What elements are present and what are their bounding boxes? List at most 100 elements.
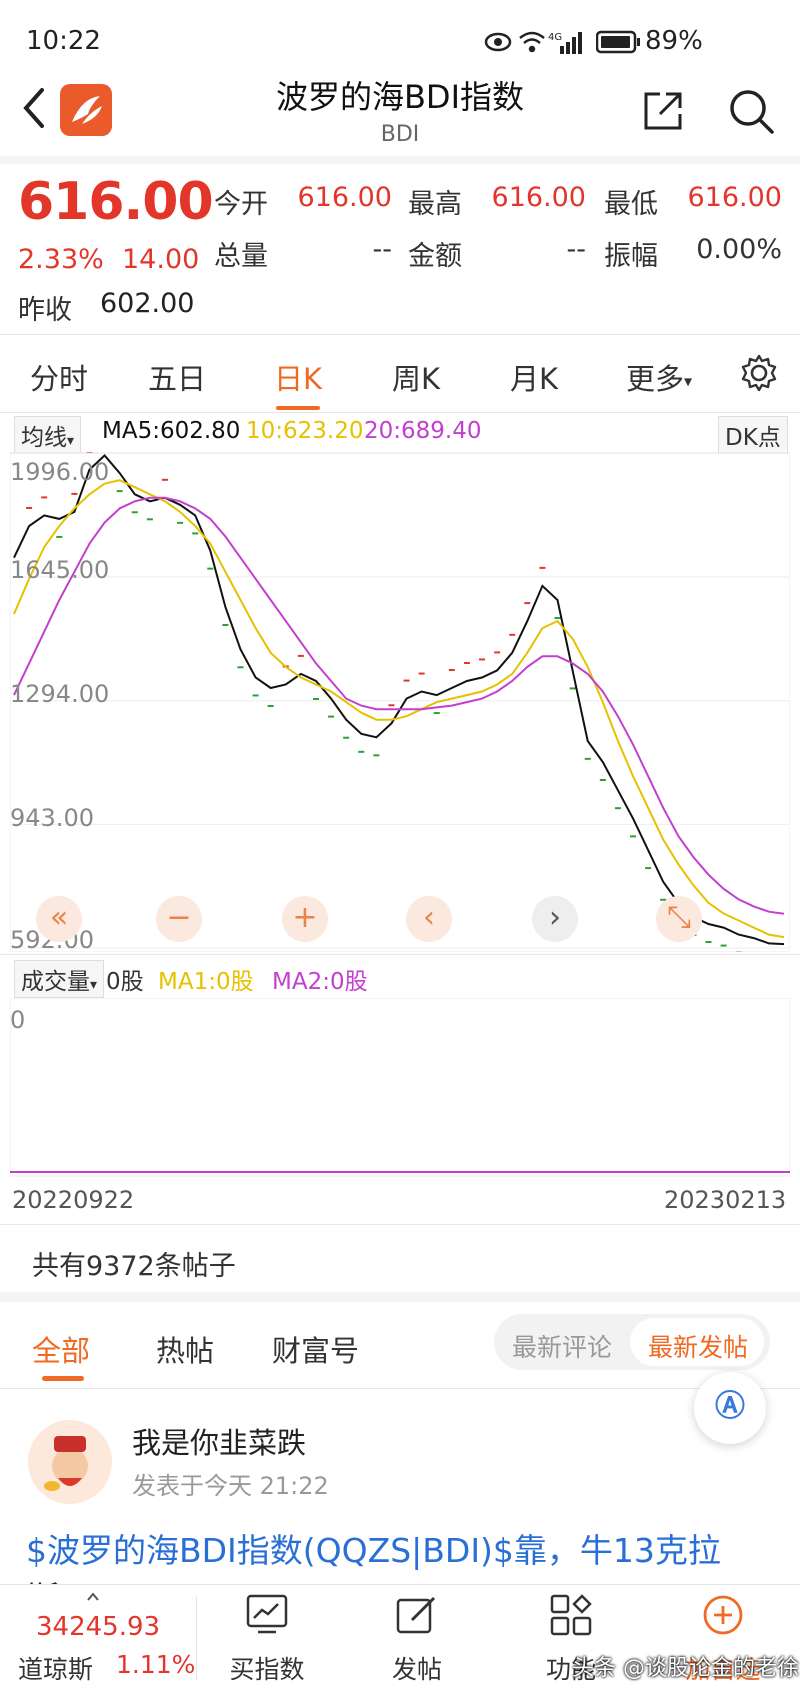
avatar[interactable] (28, 1420, 112, 1504)
chevron-up-icon[interactable] (86, 1592, 100, 1602)
prev-close-value: 602.00 (100, 288, 195, 319)
x-start-label: 20220922 (12, 1186, 135, 1214)
ma-lines (13, 454, 785, 946)
text-scan-icon: Ⓐ (715, 1389, 745, 1424)
zoom-out-icon[interactable]: − (156, 896, 202, 942)
wifi-icon (519, 31, 545, 53)
change-amount: 14.00 (122, 244, 200, 275)
kline-chart[interactable] (10, 452, 790, 952)
search-icon[interactable] (726, 86, 776, 136)
tab-monthly-k[interactable]: 月K (510, 356, 558, 398)
signal-icon (560, 32, 582, 54)
status-icons: 4G (484, 31, 582, 54)
volume-chart[interactable] (10, 998, 790, 1178)
tab-weekly-k[interactable]: 周K (392, 356, 440, 398)
series-line-20 (13, 496, 785, 915)
post-content[interactable]: $波罗的海BDI指数(QQZS|BDI)$靠，牛13克拉 (26, 1524, 721, 1572)
y-tick-label: 1996.00 (10, 458, 110, 486)
tab-daily-k[interactable]: 日K (274, 356, 322, 398)
watermark: 头条 @谈股论金的老徐 (572, 1656, 799, 1681)
open-value: 616.00 (297, 182, 392, 213)
volume-tick-label: 0 (10, 1006, 26, 1034)
double-left-icon[interactable]: « (36, 896, 82, 942)
step-right-icon[interactable]: › (532, 896, 578, 942)
index-value: 34245.93 (36, 1612, 161, 1642)
post-content-text: $波罗的海BDI指数(QQZS|BDI)$靠，牛13克拉 (26, 1531, 721, 1570)
chart-trend-icon (246, 1594, 288, 1634)
post-button[interactable]: 发帖 (362, 1584, 472, 1688)
volume-selector-label: 成交量 (21, 969, 90, 995)
amplitude-value: 0.00% (696, 234, 782, 265)
buy-index-button[interactable]: 买指数 (212, 1584, 322, 1688)
y-tick-label: 1645.00 (10, 556, 110, 584)
tab-fortune[interactable]: 财富号 (272, 1328, 359, 1370)
ma5-value: MA5:602.80 (102, 418, 241, 444)
section-gap (0, 1292, 800, 1302)
post-tab-indicator (42, 1376, 84, 1381)
dropdown-arrow-icon: ▾ (67, 433, 75, 449)
sort-latest-post[interactable]: 最新发帖 (648, 1328, 748, 1364)
amount-value: -- (566, 234, 587, 265)
prev-close-label: 昨收 (18, 295, 72, 326)
volume-current: 0股 (106, 969, 144, 995)
chart-frame (10, 452, 790, 952)
post-meta: 发表于今天 21:22 (132, 1472, 329, 1500)
tab-intraday[interactable]: 分时 (30, 356, 88, 398)
battery-icon (596, 30, 640, 54)
expand-icon[interactable]: ⤡ (656, 896, 702, 942)
candles (26, 452, 742, 952)
chart-divider (0, 954, 800, 955)
current-price: 616.00 (18, 172, 214, 232)
add-circle-icon (703, 1595, 743, 1635)
volume-ma1: MA1:0股 (158, 969, 254, 995)
avatar-icon (44, 1436, 88, 1491)
dk-point-button[interactable]: DK点 (718, 416, 788, 454)
change-percent: 2.33% (18, 244, 104, 275)
open-label: 今开 (214, 189, 268, 220)
translate-float-button[interactable]: Ⓐ (694, 1372, 766, 1444)
grid-icon (550, 1594, 592, 1636)
tab-more[interactable]: 更多▾ (626, 356, 692, 398)
high-label: 最高 (408, 189, 462, 220)
share-icon[interactable] (640, 88, 686, 134)
step-left-icon[interactable]: ‹ (406, 896, 452, 942)
chart-grid (10, 452, 790, 952)
status-bar: 10:22 4G 89% (0, 0, 800, 80)
index-change: 1.11% (116, 1650, 196, 1679)
tabs-bottom-divider (0, 1388, 800, 1389)
tab-five-day[interactable]: 五日 (148, 356, 206, 398)
post-label: 发帖 (391, 1655, 442, 1684)
eye-icon (484, 32, 512, 52)
network-label: 4G (548, 32, 562, 43)
high-value: 616.00 (491, 182, 586, 213)
ma10-value: 10:623.20 (246, 418, 364, 444)
volume-ma2: MA2:0股 (272, 969, 368, 995)
active-tab-indicator (276, 406, 320, 410)
buy-index-label: 买指数 (229, 1655, 305, 1684)
settings-gear-icon[interactable] (740, 354, 778, 392)
ma20-value: 20:689.40 (364, 418, 482, 444)
sort-latest-comment[interactable]: 最新评论 (512, 1328, 612, 1364)
index-name[interactable]: 道琼斯 (18, 1650, 93, 1686)
battery-percent: 89% (645, 26, 703, 56)
zoom-in-icon[interactable]: + (282, 896, 328, 942)
low-label: 最低 (604, 189, 658, 220)
ma-selector-label: 均线 (21, 425, 67, 451)
volume-selector[interactable]: 成交量▾ (14, 960, 105, 998)
tab-more-label: 更多 (626, 362, 685, 396)
low-value: 616.00 (687, 182, 782, 213)
amplitude-label: 振幅 (604, 241, 658, 272)
series-line-ma5 (13, 454, 785, 946)
edit-icon (396, 1596, 436, 1634)
tab-all-posts[interactable]: 全部 (32, 1328, 90, 1370)
quote-divider (0, 334, 800, 335)
tab-hot-posts[interactable]: 热帖 (156, 1328, 214, 1370)
ma-selector[interactable]: 均线▾ (14, 416, 82, 454)
y-tick-label: 943.00 (10, 804, 94, 832)
tabs-divider (0, 412, 800, 413)
post-author[interactable]: 我是你韭菜跌 (132, 1420, 306, 1462)
bottom-divider (196, 1596, 197, 1680)
dropdown-arrow-icon: ▾ (684, 371, 693, 391)
post-count: 共有9372条帖子 (32, 1251, 236, 1282)
y-tick-label: 1294.00 (10, 680, 110, 708)
